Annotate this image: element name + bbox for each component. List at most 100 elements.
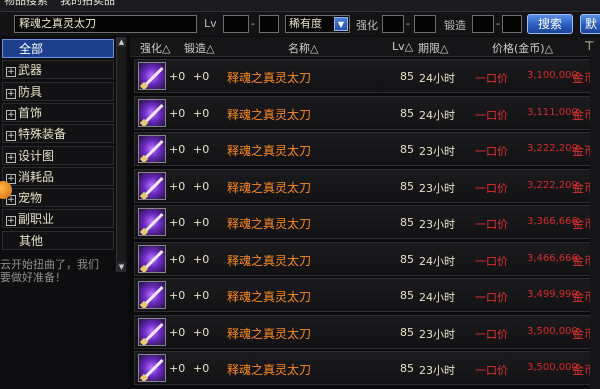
sidebar-item-6[interactable]: + 消耗品 [2,166,114,186]
search-button[interactable]: 搜索 [527,14,573,34]
sidebar-item-3[interactable]: + 首饰 [2,102,114,122]
table-row[interactable]: +0 +0 释魂之真灵太刀 85 23小时 一口价 3,222,209 金币 [134,168,596,203]
results-table: 强化△ 锻造△ 名称△ Lv△ 期限△ 价格(金币)△ +0 +0 释魂之真灵太刀 8… [130,37,600,389]
table-row[interactable]: +0 +0 释魂之真灵太刀 85 24小时 一口价 3,111,000 金币 [134,95,596,130]
cell-buy: 一口价 [475,181,508,195]
cell-forge: +0 [193,143,210,156]
header-enhance[interactable]: 强化△ [140,40,170,56]
rarity-select-value: 稀有度 [289,17,322,30]
cell-lv: 85 [400,252,414,266]
header-price[interactable]: 价格(金币)△ [492,40,553,56]
forge-range-dash: - [496,17,500,30]
cell-period: 24小时 [419,254,455,268]
header-lv[interactable]: Lv△ [392,40,413,53]
scroll-up-icon[interactable]: ▲ [117,37,126,47]
forge-min-field[interactable] [472,15,494,33]
table-row[interactable]: +0 +0 释魂之真灵太刀 85 23小时 一口价 3,500,000 金币 [134,314,596,349]
sword-item-icon[interactable] [138,354,166,382]
cell-buy: 一口价 [475,364,508,377]
sidebar-item-1[interactable]: + 武器 [2,60,114,80]
cell-forge: +0 [193,362,210,375]
enhance-min-field[interactable] [382,15,404,33]
cell-lv: 85 [400,70,414,83]
lv-max-field[interactable] [259,15,279,33]
cell-name: 释魂之真灵太刀 [227,326,312,341]
sidebar-item-label: 消耗品 [18,169,55,184]
forge-max-field[interactable] [502,15,522,33]
cell-price: 3,111,000 [527,106,578,118]
sword-item-icon[interactable] [138,62,166,90]
sword-item-icon[interactable] [138,135,166,163]
chevron-down-icon[interactable]: ▼ [334,17,348,31]
expand-icon[interactable]: + [6,109,16,120]
table-scrollbar[interactable] [590,56,600,389]
sidebar-item-7[interactable]: + 宠物 [2,188,114,208]
sidebar-item-5[interactable]: + 设计图 [2,145,114,165]
expand-icon[interactable]: + [6,131,16,142]
table-row[interactable]: +0 +0 释魂之真灵太刀 85 24小时 一口价 3,100,000 金币 [134,59,596,93]
tab-my-auctions[interactable]: 我的拍卖品 [60,0,115,8]
cell-price: 3,222,209 [527,143,578,154]
enhance-range-dash: - [406,17,410,30]
background-chat-text: 要做好准备！ [0,271,66,284]
cell-forge: +0 [193,106,210,120]
lv-min-field[interactable] [223,15,249,33]
expand-icon[interactable]: + [6,216,16,227]
expand-icon[interactable]: + [6,152,16,163]
sword-item-icon[interactable] [138,244,166,273]
cell-price: 3,466,666 [527,252,578,264]
search-input[interactable]: 释魂之真灵太刀 [14,15,197,33]
sword-item-icon[interactable] [138,98,166,127]
tab-item-search[interactable]: 物品搜索 [4,0,48,8]
cell-enhance: +0 [169,179,186,193]
sword-item-icon[interactable] [138,281,166,309]
rarity-select[interactable]: 稀有度 ▼ [285,15,350,33]
forge-label: 锻造 [444,19,466,32]
sidebar-item-label: 武器 [18,63,43,78]
sword-item-icon[interactable] [138,171,166,200]
cell-lv: 85 [400,179,414,193]
cell-forge: +0 [193,179,210,193]
sidebar-item-label: 宠物 [18,191,43,206]
cell-enhance: +0 [169,143,186,156]
category-sidebar: 云开始扭曲了，我们 要做好准备！ 全部 + 武器 + 防具 + 首饰 + 特殊装备 + 设计图 + 消耗… [0,37,128,389]
enhance-max-field[interactable] [414,15,436,33]
sidebar-item-label: 全部 [19,42,44,56]
cell-name: 释魂之真灵太刀 [227,253,312,268]
table-row[interactable]: +0 +0 释魂之真灵太刀 85 24小时 一口价 3,499,990 金币 [134,278,596,312]
cell-price: 3,222,209 [527,179,578,191]
sword-item-icon[interactable] [138,208,166,236]
lv-label: Lv [204,17,217,30]
header-forge[interactable]: 锻造△ [184,40,214,56]
pin-icon[interactable]: ⊤ [584,39,596,55]
header-name[interactable]: 名称△ [288,40,318,56]
table-row[interactable]: +0 +0 释魂之真灵太刀 85 23小时 一口价 3,366,666 金币 [134,205,596,239]
cell-period: 23小时 [419,364,455,377]
sidebar-scrollbar[interactable]: ▲ ▼ [116,37,126,272]
cell-period: 23小时 [419,218,455,231]
cell-price: 3,366,666 [527,216,578,227]
scroll-down-icon[interactable]: ▼ [117,262,126,272]
cell-period: 23小时 [419,145,455,158]
sidebar-item-2[interactable]: + 防具 [2,81,114,101]
table-row[interactable]: +0 +0 释魂之真灵太刀 85 24小时 一口价 3,466,666 金币 [134,241,596,276]
cell-period: 23小时 [419,181,455,195]
table-row[interactable]: +0 +0 释魂之真灵太刀 85 23小时 一口价 3,500,000 金币 [134,351,596,385]
cell-enhance: +0 [169,70,186,83]
expand-icon[interactable]: + [6,67,16,78]
sidebar-item-label: 其他 [19,233,44,248]
default-button[interactable]: 默 [580,14,600,34]
sidebar-item-8[interactable]: + 副职业 [2,209,114,229]
table-row[interactable]: +0 +0 释魂之真灵太刀 85 23小时 一口价 3,222,209 金币 [134,132,596,166]
sword-item-icon[interactable] [138,317,166,346]
sidebar-item-label: 副职业 [18,212,55,227]
cell-lv: 85 [400,289,414,302]
expand-icon[interactable]: + [6,88,16,99]
cell-buy: 一口价 [475,254,508,268]
sidebar-item-label: 设计图 [18,148,55,163]
sidebar-item-9[interactable]: 其他 [2,230,114,250]
cell-enhance: +0 [169,289,186,302]
sidebar-item-4[interactable]: + 特殊装备 [2,124,114,144]
header-period[interactable]: 期限△ [418,40,448,56]
sidebar-item-0[interactable]: 全部 [2,39,114,58]
